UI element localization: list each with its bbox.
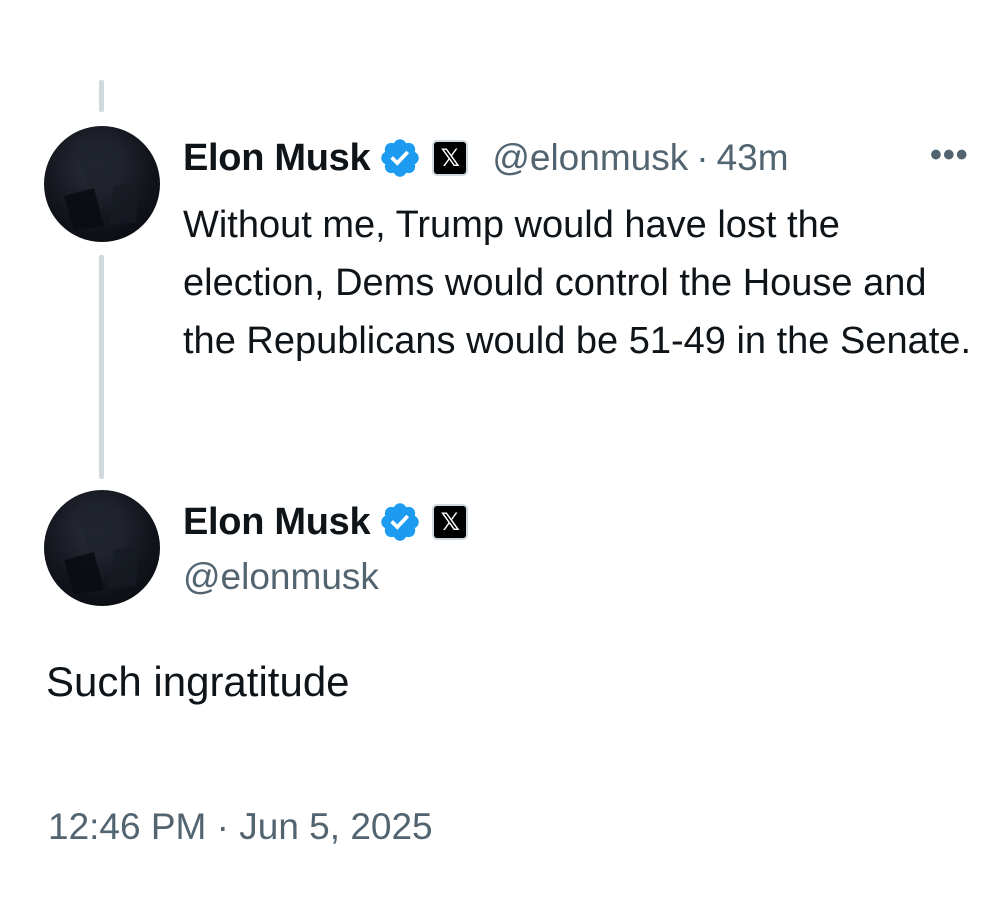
x-affiliate-icon[interactable]: 𝕏 xyxy=(432,504,469,540)
tweet-text: Such ingratitude xyxy=(46,658,350,705)
timestamp[interactable]: 12:46 PM · Jun 5, 2025 xyxy=(48,806,433,848)
handle[interactable]: @elonmusk xyxy=(183,556,379,598)
handle[interactable]: @elonmusk xyxy=(492,137,688,179)
verified-badge-icon[interactable] xyxy=(378,136,422,180)
affiliate-badge-glyph: 𝕏 xyxy=(440,144,460,172)
display-name[interactable]: Elon Musk xyxy=(183,501,371,544)
thread-connector xyxy=(99,255,104,479)
time-ago[interactable]: 43m xyxy=(717,137,789,179)
verified-badge-icon[interactable] xyxy=(378,500,422,544)
tweet-text: Without me, Trump would have lost the el… xyxy=(183,204,971,362)
avatar-image-icon xyxy=(64,500,140,594)
thread-connector-top xyxy=(99,80,104,112)
avatar-image-icon xyxy=(64,136,140,230)
more-options-icon[interactable]: ••• xyxy=(930,138,969,172)
x-affiliate-icon[interactable]: 𝕏 xyxy=(432,140,469,176)
display-name[interactable]: Elon Musk xyxy=(183,137,371,180)
affiliate-badge-glyph: 𝕏 xyxy=(440,508,460,536)
tweet-header: Elon Musk 𝕏 @elonmusk · 43m xyxy=(183,134,789,182)
avatar[interactable] xyxy=(44,126,160,242)
separator: · xyxy=(696,137,709,178)
tweet-header: Elon Musk 𝕏 xyxy=(183,498,469,546)
avatar[interactable] xyxy=(44,490,160,606)
